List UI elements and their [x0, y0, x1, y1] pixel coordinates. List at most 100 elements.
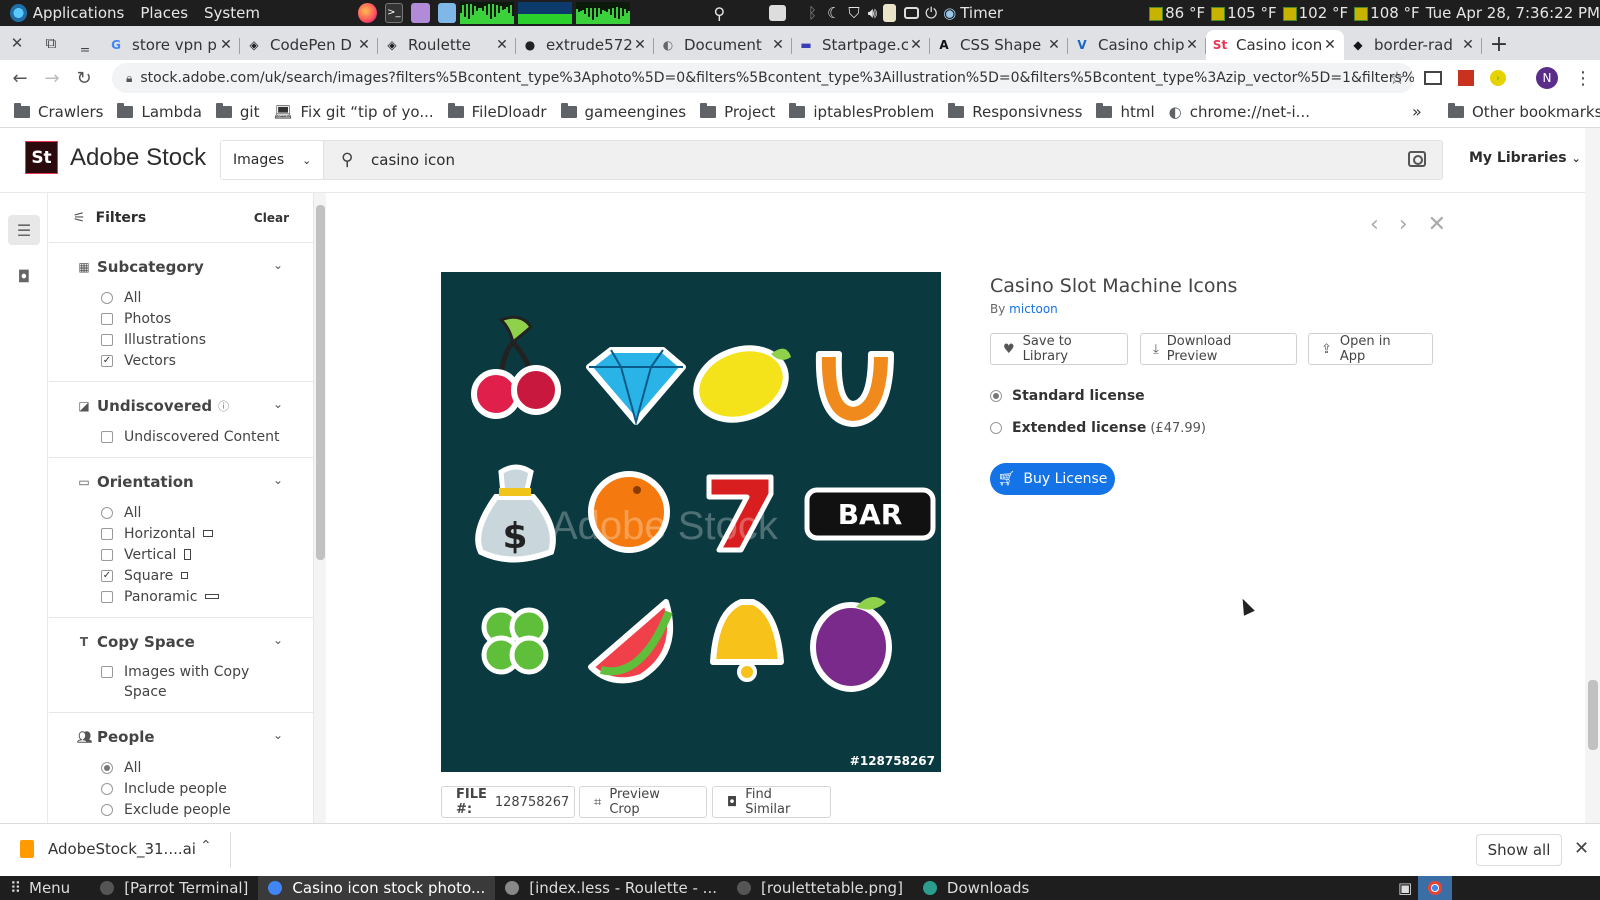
display-tray-icon[interactable]: [904, 7, 920, 19]
firefox-launcher-icon[interactable]: [357, 3, 377, 23]
browser-tab[interactable]: A CSS Shape ✕: [930, 30, 1068, 60]
page-scrollbar-thumb[interactable]: [1588, 680, 1598, 750]
previous-asset-icon[interactable]: ‹: [1370, 212, 1379, 237]
taskbar-window-button[interactable]: [roulettetable.png]: [727, 876, 913, 900]
visual-search-camera-icon[interactable]: [1408, 151, 1426, 167]
bookmark-item[interactable]: Responsivness: [948, 102, 1082, 121]
filters-scrollbar-thumb[interactable]: [316, 205, 325, 560]
chevron-down-icon[interactable]: ⌄: [273, 473, 283, 487]
close-tab-icon[interactable]: ✕: [770, 37, 786, 53]
notes-launcher-icon[interactable]: [437, 3, 457, 23]
filter-option[interactable]: Photos: [101, 308, 313, 329]
chrome-tray-icon[interactable]: [1418, 876, 1452, 900]
bookmark-item[interactable]: gameengines: [560, 102, 686, 121]
filter-check[interactable]: ✓: [101, 354, 113, 367]
camera-search-icon[interactable]: ◘: [8, 261, 40, 291]
filter-check[interactable]: [101, 312, 113, 325]
bookmark-item[interactable]: git: [215, 102, 259, 121]
standard-license-option[interactable]: Standard license: [990, 388, 1145, 404]
filter-check[interactable]: ✓: [101, 569, 113, 582]
taskbar-window-button[interactable]: Casino icon stock photo...: [258, 876, 496, 900]
downloaded-file-name[interactable]: AdobeStock_31....ai: [48, 840, 196, 858]
search-input[interactable]: [371, 147, 1371, 173]
applications-menu[interactable]: Applications: [33, 4, 125, 22]
open-in-app-button[interactable]: ⇪ Open in App: [1308, 333, 1433, 365]
download-preview-button[interactable]: ⤓ Download Preview: [1140, 333, 1297, 365]
parrot-logo-icon[interactable]: [10, 4, 27, 22]
info-icon[interactable]: ⓘ: [218, 398, 229, 414]
close-tab-icon[interactable]: ✕: [908, 37, 924, 53]
filter-option[interactable]: Undiscovered Content: [101, 426, 313, 447]
filter-radio[interactable]: [101, 761, 113, 774]
minimize-window-icon[interactable]: ‗: [68, 26, 102, 60]
restore-window-icon[interactable]: ⧉: [34, 26, 68, 60]
new-tab-button[interactable]: +: [1482, 30, 1516, 60]
filter-option[interactable]: ✓ Vectors: [101, 350, 313, 371]
close-tab-icon[interactable]: ✕: [494, 37, 510, 53]
filter-option[interactable]: Vertical: [101, 544, 313, 565]
extended-license-option[interactable]: Extended license (£47.99): [990, 420, 1206, 436]
close-tab-icon[interactable]: ✕: [1322, 37, 1338, 53]
buy-license-button[interactable]: 🛒︎ Buy License: [990, 463, 1115, 495]
volume-tray-icon[interactable]: 🔊︎: [868, 4, 877, 22]
filter-option[interactable]: All: [101, 757, 313, 778]
adobe-stock-logo[interactable]: St: [25, 141, 58, 174]
chevron-down-icon[interactable]: ⌄: [273, 633, 283, 647]
preview-crop-button[interactable]: ⌗ Preview Crop: [579, 786, 707, 818]
filter-radio[interactable]: [101, 782, 113, 795]
asset-preview-image[interactable]: $ BAR Adobe Stock #128758267: [441, 272, 941, 772]
save-to-library-button[interactable]: ♥ Save to Library: [990, 333, 1128, 365]
chevron-up-icon[interactable]: ⌃: [200, 838, 212, 854]
brand-name[interactable]: Adobe Stock: [70, 144, 206, 172]
filter-check[interactable]: [101, 590, 113, 603]
editor-launcher-icon[interactable]: [411, 3, 430, 23]
bookmark-item[interactable]: ◐ chrome://net-i...: [1169, 103, 1310, 121]
night-light-tray-icon[interactable]: ☾: [827, 4, 840, 22]
filter-radio[interactable]: [101, 291, 113, 304]
show-all-downloads-button[interactable]: Show all: [1476, 834, 1562, 866]
browser-tab[interactable]: ● extrude572 ✕: [516, 30, 654, 60]
filter-option[interactable]: Panoramic: [101, 586, 313, 607]
shield-tray-icon[interactable]: ⛉: [848, 4, 859, 22]
filter-option[interactable]: All: [101, 502, 313, 523]
terminal-launcher-icon[interactable]: >_: [384, 3, 404, 23]
filter-option[interactable]: Illustrations: [101, 329, 313, 350]
filter-check[interactable]: [101, 527, 113, 540]
close-window-icon[interactable]: ✕: [0, 26, 34, 60]
forward-arrow-icon[interactable]: →: [36, 68, 68, 89]
browser-tab[interactable]: ◈ CodePen D ✕: [240, 30, 378, 60]
filter-check[interactable]: [101, 333, 113, 346]
close-detail-icon[interactable]: ✕: [1428, 212, 1446, 237]
chevron-down-icon[interactable]: ⌄: [273, 728, 283, 742]
filter-check[interactable]: [101, 430, 113, 443]
close-tab-icon[interactable]: ✕: [1046, 37, 1062, 53]
license-radio[interactable]: [990, 390, 1002, 402]
close-tab-icon[interactable]: ✕: [632, 37, 648, 53]
bookmarks-overflow-button[interactable]: »: [1412, 102, 1422, 121]
asset-type-dropdown[interactable]: Images ⌄: [221, 141, 324, 179]
filter-radio[interactable]: [101, 803, 113, 816]
filter-radio[interactable]: [101, 506, 113, 519]
bookmark-item[interactable]: Lambda: [117, 102, 202, 121]
filter-check[interactable]: [101, 548, 113, 561]
chrome-menu-icon[interactable]: ⋮: [1572, 67, 1594, 89]
filter-option[interactable]: Exclude people: [101, 799, 313, 820]
back-arrow-icon[interactable]: ←: [4, 68, 36, 89]
browser-tab[interactable]: ▬ Startpage.c ✕: [792, 30, 930, 60]
browser-tab[interactable]: Gstore vpn p ✕: [102, 30, 240, 60]
address-bar[interactable]: 🔒︎ stock.adobe.com/uk/search/images?filt…: [112, 63, 1414, 93]
lock-icon[interactable]: 🔒︎: [126, 71, 132, 86]
close-shelf-icon[interactable]: ✕: [1574, 838, 1589, 859]
taskbar-window-button[interactable]: Downloads: [913, 876, 1039, 900]
bookmark-star-icon[interactable]: ☆: [1386, 67, 1408, 89]
browser-tab[interactable]: ◐ Document ✕: [654, 30, 792, 60]
bookmark-item[interactable]: Crawlers: [14, 102, 103, 121]
filter-option[interactable]: Include people: [101, 778, 313, 799]
author-link[interactable]: mictoon: [1009, 302, 1058, 316]
close-tab-icon[interactable]: ✕: [1460, 37, 1476, 53]
taskbar-window-button[interactable]: [Parrot Terminal]: [90, 876, 258, 900]
filter-option[interactable]: Horizontal: [101, 523, 313, 544]
browser-tab[interactable]: V Casino chip ✕: [1068, 30, 1206, 60]
chevron-down-icon[interactable]: ⌄: [273, 397, 283, 411]
bookmark-item[interactable]: Project: [700, 102, 775, 121]
